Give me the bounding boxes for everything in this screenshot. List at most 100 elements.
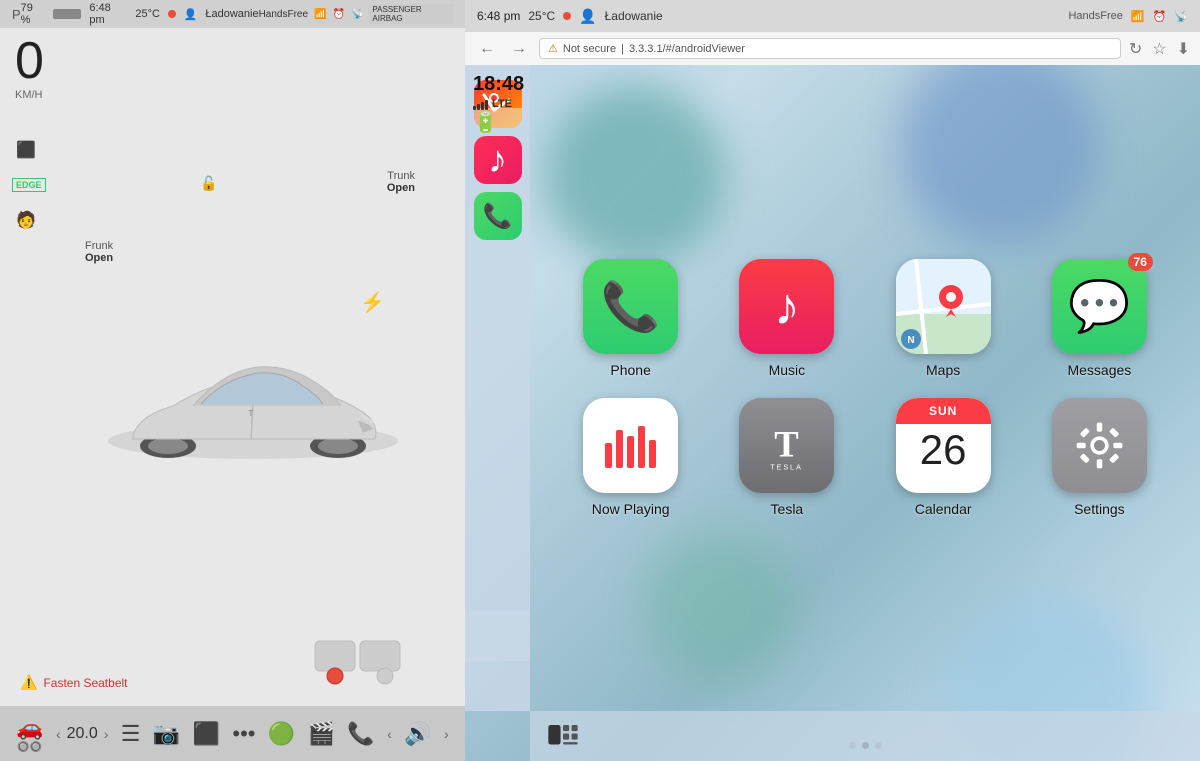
browser-charging-text: Ładowanie bbox=[605, 9, 663, 23]
battery-percent: 79 % bbox=[21, 2, 45, 26]
menu-icon-taskbar[interactable]: ☰ bbox=[121, 721, 141, 747]
music-note-icon: ♪ bbox=[488, 139, 507, 182]
camera-icon-taskbar[interactable]: 📷 bbox=[153, 721, 180, 747]
tesla-taskbar: 🚗 🔘🔘 ‹ 20.0 › ☰ 📷 ⬛ ••• 🟢 🎬 📞 ‹ 🔊 › bbox=[0, 706, 465, 761]
sidebar-bottom bbox=[465, 611, 530, 661]
address-bar[interactable]: ⚠ Not secure | 3.3.3.1/#/androidViewer bbox=[539, 38, 1121, 59]
np-bar-4 bbox=[638, 426, 645, 468]
browser-bookmark-icon: ☆ bbox=[1152, 39, 1166, 59]
svg-text:TESLA: TESLA bbox=[771, 462, 803, 471]
accessories-svg bbox=[305, 621, 425, 701]
charging-bolt-icon: ⚡ bbox=[360, 290, 385, 315]
carplay-main: 📞 Phone ♪ Music bbox=[530, 65, 1200, 711]
phone-icon: 📞 bbox=[483, 202, 513, 231]
battery-bar bbox=[53, 9, 82, 19]
calendar-app-icon: SUN 26 bbox=[896, 398, 991, 493]
np-bar-2 bbox=[616, 430, 623, 468]
maps-app-label: Maps bbox=[926, 362, 960, 378]
calendar-inner: SUN 26 bbox=[896, 398, 991, 493]
seatbelt-icon: 🧑 bbox=[12, 210, 40, 230]
np-bar-1 bbox=[605, 443, 612, 468]
not-secure-icon: ⚠ bbox=[548, 42, 558, 55]
grid-view-icon[interactable] bbox=[545, 722, 581, 750]
charging-label: Ładowanie bbox=[205, 8, 258, 20]
speed-decrease-btn[interactable]: ‹ bbox=[56, 726, 61, 742]
carplay-time: 18:48 bbox=[473, 73, 524, 96]
browser-time: 6:48 pm bbox=[477, 9, 520, 23]
bluetooth-icon-taskbar[interactable]: ⬛ bbox=[193, 721, 220, 747]
app-item-music[interactable]: ♪ Music bbox=[721, 259, 852, 378]
app-item-calendar[interactable]: SUN 26 Calendar bbox=[878, 398, 1009, 517]
carplay-area: 18:48 LTE 🔋 bbox=[465, 65, 1200, 761]
park-indicator: P bbox=[12, 7, 21, 22]
calendar-day-name: SUN bbox=[896, 398, 991, 424]
status-time: 6:48 pm bbox=[89, 2, 127, 26]
handsfree-label: HandsFree bbox=[259, 9, 308, 20]
browser-nav-bar: ← → ⚠ Not secure | 3.3.3.1/#/androidView… bbox=[465, 32, 1200, 65]
np-bar-5 bbox=[649, 440, 656, 468]
lte-badge: LTE bbox=[492, 98, 512, 110]
browser-chrome: 6:48 pm 25°C 👤 Ładowanie HandsFree 📶 ⏰ 📡… bbox=[465, 0, 1200, 65]
browser-forward-btn[interactable]: → bbox=[507, 38, 531, 60]
np-bar-3 bbox=[627, 436, 634, 468]
settings-app-label: Settings bbox=[1074, 501, 1125, 517]
speed-value: 0 bbox=[15, 35, 44, 87]
app-item-maps[interactable]: N Maps bbox=[878, 259, 1009, 378]
music-app-label: Music bbox=[769, 362, 806, 378]
not-secure-text: Not secure bbox=[563, 43, 616, 55]
prev-btn-taskbar[interactable]: ‹ bbox=[387, 726, 392, 742]
svg-text:T: T bbox=[775, 424, 799, 465]
warning-triangle-icon: ⚠️ bbox=[20, 674, 37, 691]
carplay-signal: LTE bbox=[473, 98, 524, 110]
battery-status-icon: 🔋 bbox=[473, 110, 524, 135]
now-playing-bars bbox=[605, 423, 656, 468]
calendar-day-number: 26 bbox=[920, 429, 967, 471]
messages-badge: 76 bbox=[1128, 253, 1153, 271]
messages-app-icon: 💬 76 bbox=[1052, 259, 1147, 354]
alarm-icon: ⏰ bbox=[333, 9, 345, 20]
car-icon-taskbar[interactable]: 🚗 🔘🔘 bbox=[16, 715, 43, 753]
recording-dot bbox=[168, 10, 176, 18]
media-icon-taskbar[interactable]: 🎬 bbox=[308, 721, 335, 747]
browser-right-icons: HandsFree 📶 ⏰ 📡 bbox=[1068, 10, 1188, 23]
address-text: 3.3.3.1/#/androidViewer bbox=[629, 43, 745, 55]
app-item-messages[interactable]: 💬 76 Messages bbox=[1034, 259, 1165, 378]
music-emoji: ♪ bbox=[774, 277, 800, 337]
carplay-status: 18:48 LTE 🔋 bbox=[473, 73, 524, 135]
signal-bars bbox=[473, 98, 488, 110]
airbag-badge: PASSENGER AIRBAG bbox=[369, 4, 453, 24]
more-icon-taskbar[interactable]: ••• bbox=[232, 721, 255, 747]
status-center: 79 % 6:48 pm 25°C 👤 Ładowanie bbox=[21, 2, 259, 26]
phone-icon-taskbar[interactable]: 📞 bbox=[347, 721, 374, 747]
messages-emoji: 💬 bbox=[1068, 277, 1130, 336]
now-playing-app-icon bbox=[583, 398, 678, 493]
address-separator: | bbox=[621, 43, 624, 55]
spotify-icon-taskbar[interactable]: 🟢 bbox=[268, 721, 295, 747]
seatbelt-warning: ⚠️ Fasten Seatbelt bbox=[20, 674, 128, 691]
svg-text:T: T bbox=[248, 409, 253, 418]
maps-app-svg: N bbox=[896, 259, 991, 354]
next-btn-taskbar[interactable]: › bbox=[444, 726, 449, 742]
battery-charge-icon: ⬛ bbox=[12, 140, 40, 160]
maps-app-icon: N bbox=[896, 259, 991, 354]
seatbelt-warning-text: Fasten Seatbelt bbox=[43, 676, 127, 690]
user-icon: 👤 bbox=[184, 8, 198, 21]
tesla-panel: P 79 % 6:48 pm 25°C 👤 Ładowanie HandsFre… bbox=[0, 0, 465, 761]
sidebar-app-music[interactable]: ♪ bbox=[474, 136, 522, 184]
speed-setting: 20.0 bbox=[67, 725, 98, 743]
app-item-tesla[interactable]: T TESLA Tesla bbox=[721, 398, 852, 517]
speed-increase-btn[interactable]: › bbox=[104, 726, 109, 742]
calendar-app-label: Calendar bbox=[915, 501, 972, 517]
status-right: HandsFree 📶 ⏰ 📡 PASSENGER AIRBAG bbox=[259, 4, 453, 24]
browser-top-bar: 6:48 pm 25°C 👤 Ładowanie HandsFree 📶 ⏰ 📡 bbox=[465, 0, 1200, 32]
volume-icon-taskbar[interactable]: 🔊 bbox=[404, 721, 431, 747]
app-item-settings[interactable]: Settings bbox=[1034, 398, 1165, 517]
app-item-phone[interactable]: 📞 Phone bbox=[565, 259, 696, 378]
messages-app-label: Messages bbox=[1067, 362, 1131, 378]
browser-reload-btn[interactable]: ↻ bbox=[1129, 39, 1142, 59]
sidebar-app-phone[interactable]: 📞 bbox=[474, 192, 522, 240]
app-item-now-playing[interactable]: Now Playing bbox=[565, 398, 696, 517]
browser-back-btn[interactable]: ← bbox=[475, 38, 499, 60]
speed-display: 0 KM/H bbox=[15, 35, 44, 101]
wifi-icon: 📶 bbox=[314, 9, 326, 20]
